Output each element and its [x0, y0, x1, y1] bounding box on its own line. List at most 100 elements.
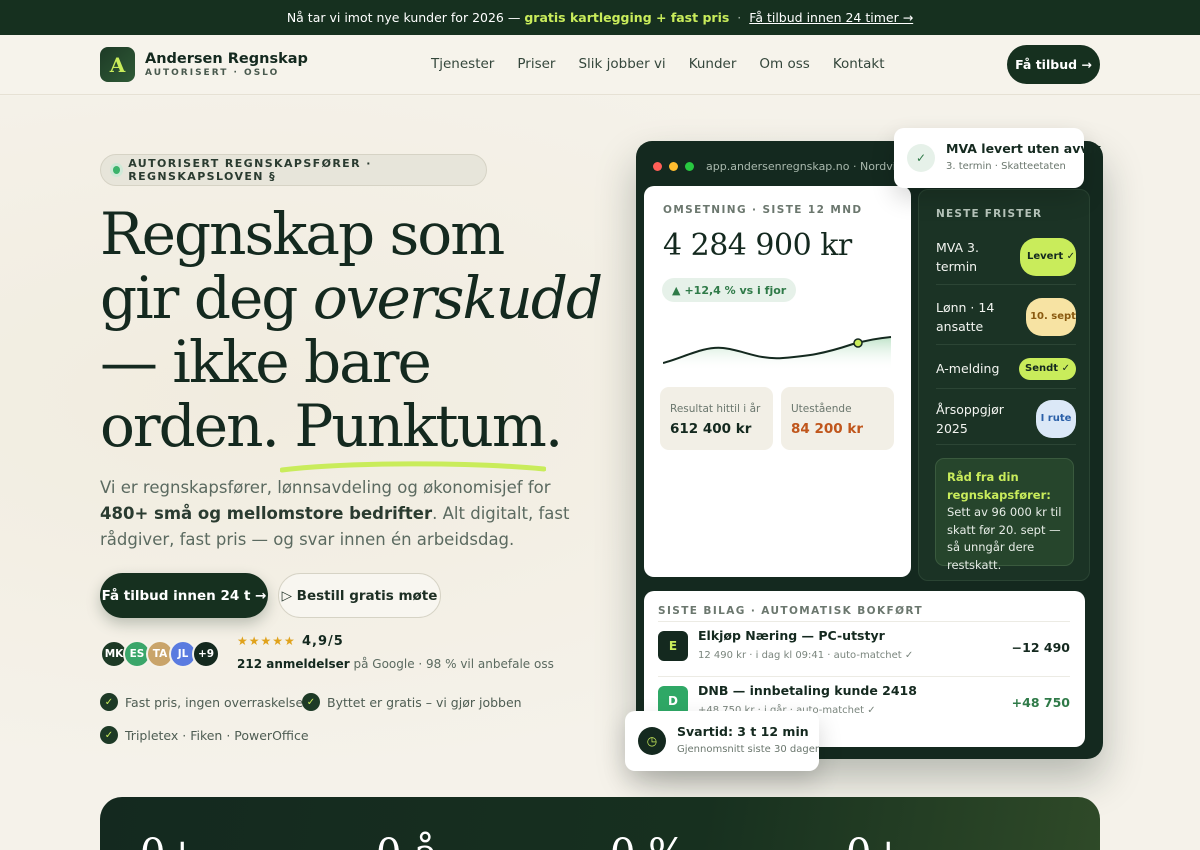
reviews-count: 212 anmeldelser	[237, 657, 350, 671]
result-card: Resultat hittil i år 612 400 kr	[660, 387, 773, 450]
stat-value: 0 %	[610, 831, 686, 850]
check-icon: ✓	[100, 726, 118, 744]
advice-text: Sett av 96 000 kr til skatt før 20. sept…	[947, 505, 1062, 572]
revenue-card: OMSETNING · SISTE 12 MND 4 284 900 kr ▲ …	[644, 186, 911, 577]
check-circle-icon: ✓	[907, 144, 935, 172]
minimize-dot-icon	[669, 162, 678, 171]
headline-line-4-start: orden.	[100, 392, 295, 460]
revenue-sparkline	[663, 336, 892, 371]
deadline-name: Årsoppgjør 2025	[936, 401, 1004, 436]
deadline-row[interactable]: Årsoppgjør 2025 I rute	[936, 393, 1076, 445]
announce-separator: ·	[737, 10, 742, 25]
revenue-label: OMSETNING · SISTE 12 MND	[663, 204, 863, 216]
voucher-row[interactable]: E Elkjøp Næring — PC-utstyr 12 490 kr · …	[658, 621, 1070, 671]
announce-link[interactable]: Få tilbud innen 24 timer →	[749, 10, 913, 25]
voucher-meta: 12 490 kr · i dag kl 09:41 · auto-matche…	[698, 650, 914, 661]
stat-value: 0 å	[376, 831, 438, 850]
check-label: Fast pris, ingen overraskelser	[125, 694, 309, 710]
voucher-name: DNB — innbetaling kunde 2418	[698, 683, 917, 698]
mva-delivered-toast: ✓ MVA levert uten avvik 3. termin · Skat…	[894, 128, 1101, 188]
logo[interactable]: A	[100, 47, 135, 82]
nav-item-priser[interactable]: Priser	[517, 56, 555, 72]
deadline-status-badge: Levert ✓	[1020, 237, 1076, 276]
outstanding-value: 84 200 kr	[791, 421, 864, 437]
deadline-status-badge: I rute	[1036, 399, 1076, 438]
check-item-integrations: ✓ Tripletex · Fiken · PowerOffice	[100, 726, 309, 744]
deadline-name: Lønn · 14 ansatte	[936, 299, 995, 334]
response-time-toast: ◷ Svartid: 3 t 12 min Gjennomsnitt siste…	[625, 711, 819, 771]
customer-avatars: MK ES TA JL +9	[100, 640, 220, 668]
reviews-rest: på Google · 98 % vil anbefale oss	[349, 657, 554, 671]
result-value: 612 400 kr	[670, 421, 752, 437]
stat-value: 0+	[846, 831, 905, 850]
voucher-icon: E	[658, 631, 688, 661]
check-icon: ✓	[100, 693, 118, 711]
deadline-row[interactable]: MVA 3. termin Levert ✓	[936, 229, 1076, 285]
brand-subtitle: AUTORISERT · OSLO	[145, 68, 280, 78]
outstanding-label: Utestående	[791, 403, 852, 415]
announce-highlight: gratis kartlegging + fast pris	[524, 10, 730, 25]
announcement-bar: Nå tar vi imot nye kunder for 2026 — gra…	[0, 0, 1200, 35]
lede-part-1: Vi er regnskapsfører, lønnsavdeling og ø…	[100, 478, 551, 497]
status-dot-icon	[113, 166, 121, 174]
revenue-change-badge: ▲ +12,4 % vs i fjor	[662, 278, 797, 302]
maximize-dot-icon	[685, 162, 694, 171]
headline-line-1: Regnskap som	[100, 200, 505, 268]
nav-item-slik-jobber-vi[interactable]: Slik jobber vi	[578, 56, 665, 72]
headline-underline-swoosh	[280, 461, 546, 473]
stats-strip: 0+ 0 å 0 % 0+	[100, 797, 1100, 850]
brand-name[interactable]: Andersen Regnskap	[145, 51, 308, 67]
app-mockup: app.andersenregnskap.no · Nordvik Bygg O…	[636, 141, 1103, 759]
voucher-name: Elkjøp Næring — PC-utstyr	[698, 628, 885, 643]
check-item-fast-pris: ✓ Fast pris, ingen overraskelser	[100, 693, 308, 711]
toast-title: MVA levert uten avvik	[946, 141, 1102, 156]
deadline-row[interactable]: Lønn · 14 ansatte 10. sept	[936, 289, 1076, 345]
avatar: +9	[192, 640, 220, 668]
headline-line-3: — ikke bare	[100, 328, 432, 396]
revenue-value: 4 284 900 kr	[663, 228, 852, 263]
nav-item-om-oss[interactable]: Om oss	[759, 56, 809, 72]
authorization-pill: AUTORISERT REGNSKAPSFØRER · REGNSKAPSLOV…	[100, 154, 487, 186]
headline-line-2-start: gir deg	[100, 264, 313, 332]
voucher-amount: +48 750	[1011, 695, 1070, 710]
site-header: A Andersen Regnskap AUTORISERT · OSLO Tj…	[0, 35, 1200, 95]
trend-up-icon: ▲	[672, 283, 681, 297]
deadline-name: MVA 3. termin	[936, 239, 979, 274]
vouchers-title: SISTE BILAG · AUTOMATISK BOKFØRT	[658, 605, 924, 617]
announce-text: Nå tar vi imot nye kunder for 2026 —	[286, 10, 521, 25]
check-icon: ✓	[302, 693, 320, 711]
clock-icon: ◷	[638, 727, 666, 755]
deadline-status-badge: 10. sept	[1026, 297, 1076, 336]
voucher-amount: −12 490	[1011, 640, 1070, 655]
close-dot-icon	[653, 162, 662, 171]
pill-label: AUTORISERT REGNSKAPSFØRER · REGNSKAPSLOV…	[128, 157, 372, 183]
check-label: Byttet er gratis – vi gjør jobben	[327, 694, 522, 710]
advice-box: Råd fra din regnskapsfører: Sett av 96 0…	[935, 458, 1074, 572]
nav-item-kunder[interactable]: Kunder	[689, 56, 737, 72]
book-meeting-button[interactable]: ▷ Bestill gratis møte	[278, 573, 441, 618]
headline-punktum: Punktum.	[294, 392, 563, 460]
deadlines-title: NESTE FRISTER	[936, 208, 1043, 220]
nav-item-tjenester[interactable]: Tjenester	[431, 56, 494, 72]
hero-lede: Vi er regnskapsfører, lønnsavdeling og ø…	[100, 475, 590, 553]
toast-subtitle: 3. termin · Skatteetaten	[946, 161, 1066, 172]
deadline-name: A-melding	[936, 361, 1000, 376]
main-nav: Tjenester Priser Slik jobber vi Kunder O…	[431, 56, 885, 72]
result-label: Resultat hittil i år	[670, 403, 761, 415]
get-offer-button[interactable]: Få tilbud innen 24 t →	[100, 573, 268, 618]
toast-title: Svartid: 3 t 12 min	[677, 724, 809, 739]
advice-title: Råd fra din regnskapsfører:	[947, 470, 1051, 502]
rating-stars-icon: ★★★★★	[237, 634, 296, 648]
headline-line-2: gir deg overskudd	[100, 264, 603, 332]
outstanding-card: Utestående 84 200 kr	[781, 387, 894, 450]
rating-score: 4,9/5	[302, 634, 344, 649]
header-cta-button[interactable]: Få tilbud →	[1007, 45, 1100, 84]
stat-value: 0+	[140, 831, 199, 850]
revenue-change-text: +12,4 % vs i fjor	[684, 283, 787, 297]
nav-item-kontakt[interactable]: Kontakt	[833, 56, 885, 72]
hero-headline: Regnskap som gir deg overskudd — ikke ba…	[100, 200, 603, 460]
deadlines-panel: NESTE FRISTER MVA 3. termin Levert ✓ Løn…	[918, 189, 1090, 581]
check-label: Tripletex · Fiken · PowerOffice	[125, 727, 309, 743]
lede-bold: 480+ små og mellomstore bedrifter	[100, 504, 433, 523]
deadline-row[interactable]: A-melding Sendt ✓	[936, 349, 1076, 389]
